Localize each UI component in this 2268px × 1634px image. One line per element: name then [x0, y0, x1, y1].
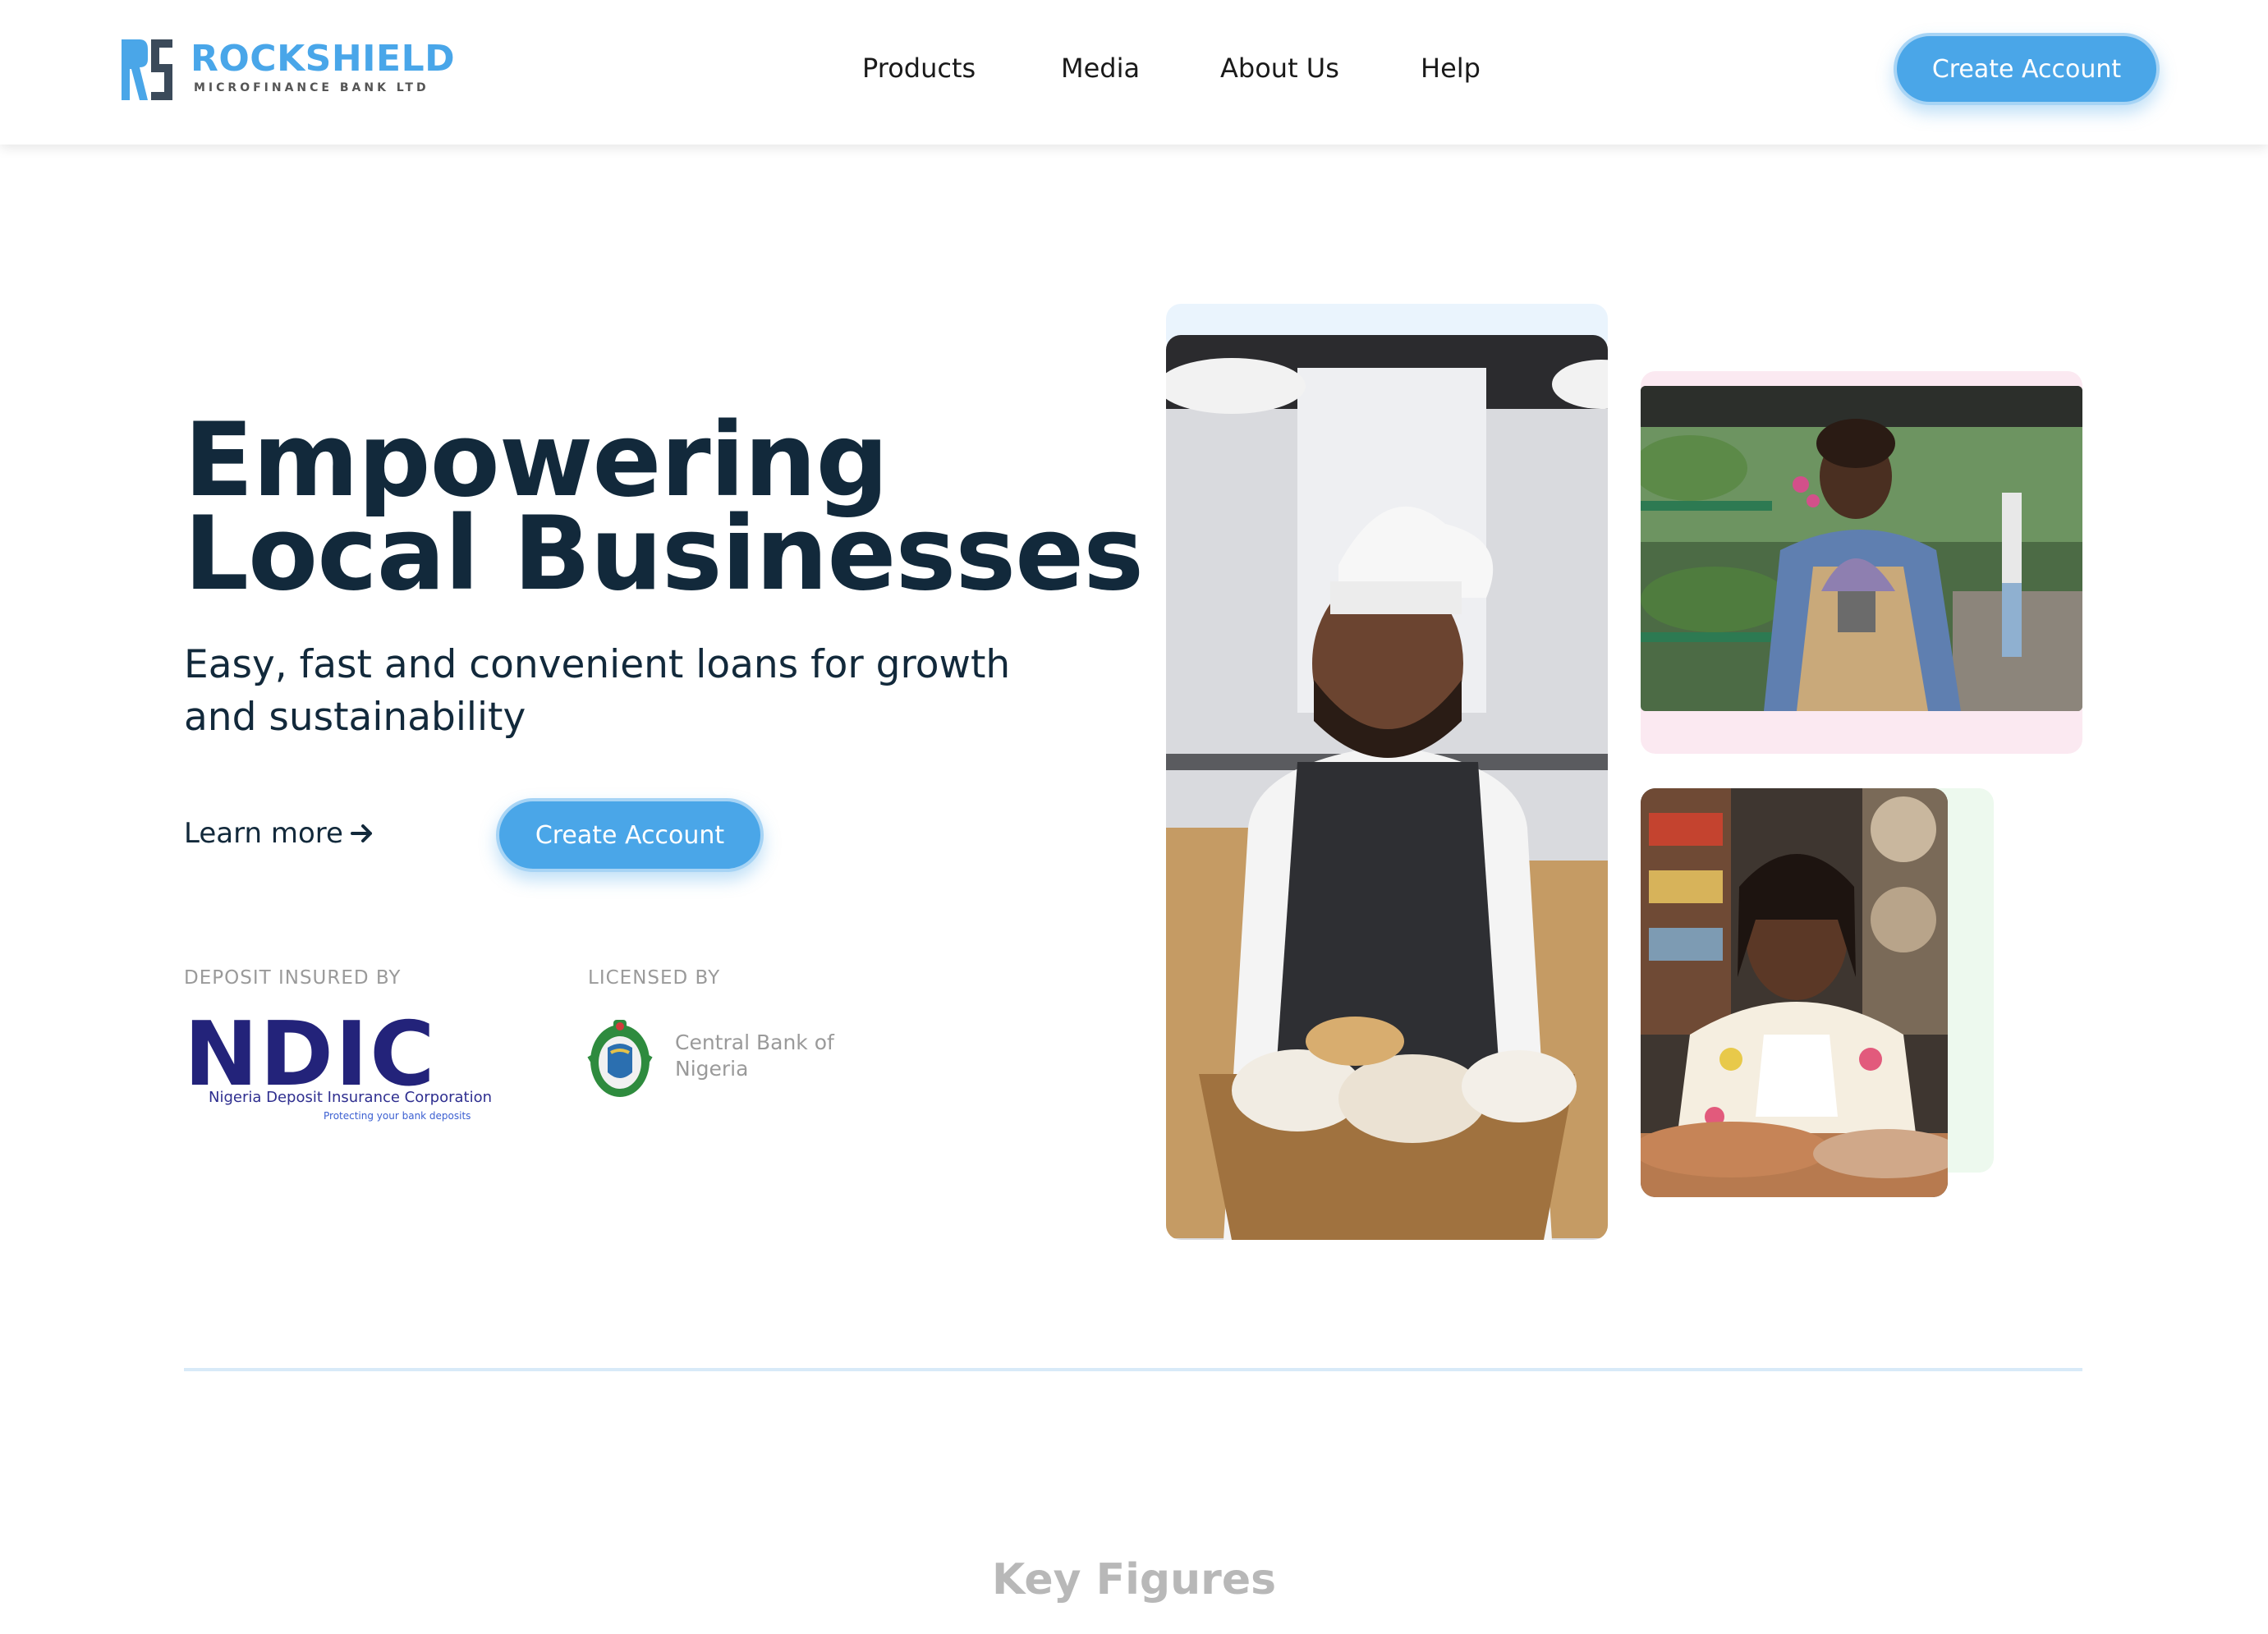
brand-name: ROCKSHIELD — [191, 38, 456, 80]
ndic-logo-word: NDIC — [184, 1003, 437, 1106]
hero-subtitle: Easy, fast and convenient loans for grow… — [184, 642, 1011, 740]
nav-link-help[interactable]: Help — [1421, 53, 1481, 84]
cbn-seal-icon — [587, 1020, 653, 1097]
market-vendor-photo — [1641, 788, 1948, 1197]
learn-more-link[interactable]: Learn more — [184, 817, 374, 850]
learn-more-label: Learn more — [184, 817, 343, 850]
rs-logo-mark-icon — [122, 39, 172, 100]
arrow-right-icon — [350, 824, 372, 842]
licensed-by-label: LICENSED BY — [588, 967, 721, 989]
cbn-name: Central Bank of Nigeria — [675, 1030, 834, 1081]
brand-logo[interactable]: ROCKSHIELD MICROFINANCE BANK LTD — [118, 36, 455, 107]
brand-subtitle: MICROFINANCE BANK LTD — [194, 81, 429, 94]
deposit-insured-label: DEPOSIT INSURED BY — [184, 967, 402, 989]
nav-link-media[interactable]: Media — [1061, 53, 1140, 84]
top-nav-bar: ROCKSHIELD MICROFINANCE BANK LTD Product… — [0, 0, 2268, 145]
nav-link-products[interactable]: Products — [862, 53, 976, 84]
section-divider — [184, 1368, 2082, 1371]
hero-title-line-1: Empowering — [184, 402, 888, 520]
hero-title: Empowering Local Businesses — [184, 402, 1144, 613]
baker-photo — [1166, 335, 1608, 1240]
ndic-logo-fullname: Nigeria Deposit Insurance Corporation — [209, 1089, 493, 1106]
hero-title-line-2: Local Businesses — [184, 495, 1144, 613]
key-figures-heading: Key Figures — [991, 1555, 1277, 1604]
florist-photo — [1641, 386, 2082, 711]
ndic-logo: NDIC Nigeria Deposit Insurance Corporati… — [184, 1003, 492, 1125]
nav-create-account-button[interactable]: Create Account — [1894, 33, 2160, 105]
nav-link-about-us[interactable]: About Us — [1220, 53, 1339, 84]
ndic-logo-tagline: Protecting your bank deposits — [324, 1110, 471, 1122]
hero-create-account-button[interactable]: Create Account — [496, 798, 764, 872]
